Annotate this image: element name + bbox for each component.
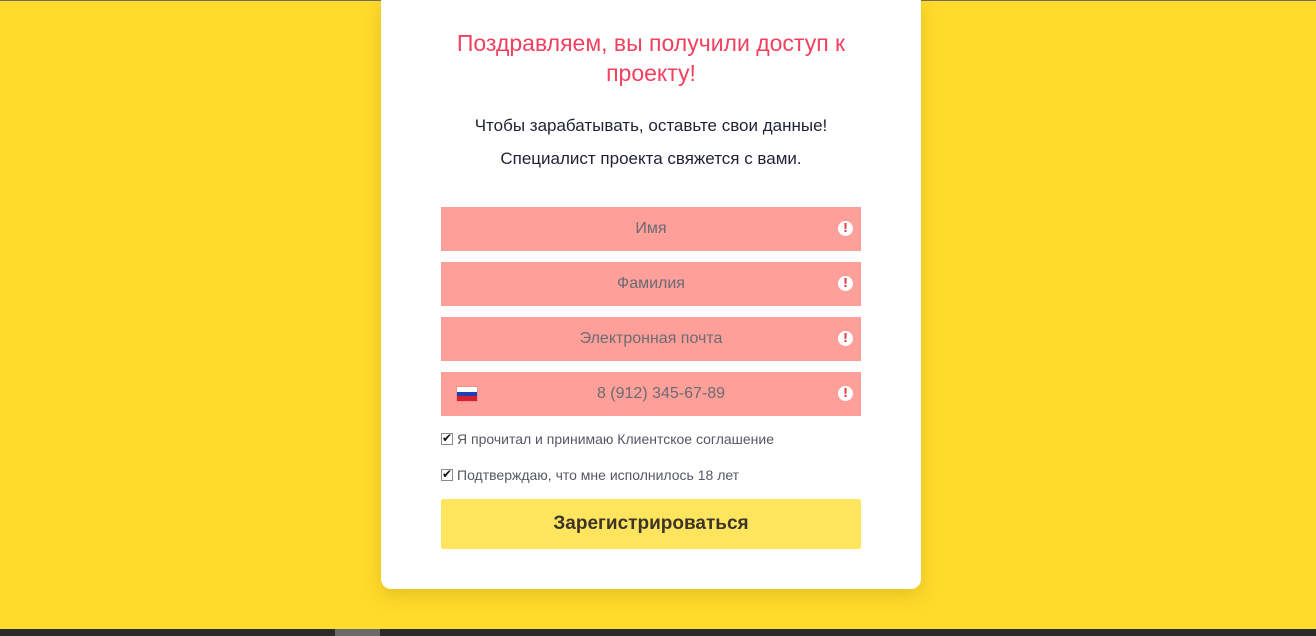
first-name-field: ! [441, 207, 861, 251]
exclamation-circle-icon: ! [838, 386, 853, 401]
form-title: Поздравляем, вы получили доступ к проект… [456, 30, 846, 86]
agreement-checkbox-row[interactable]: ✔ Я прочитал и принимаю Клиентское согла… [441, 430, 774, 448]
form-subtitle-contact: Специалист проекта свяжется с вами. [500, 149, 802, 168]
checkmark-icon: ✔ [442, 467, 453, 481]
registration-card: Поздравляем, вы получили доступ к проект… [381, 0, 921, 589]
exclamation-circle-icon: ! [838, 221, 853, 236]
phone-input[interactable] [441, 372, 861, 416]
first-name-input[interactable] [441, 207, 861, 251]
age-checkbox[interactable]: ✔ [441, 467, 453, 481]
email-field: ! [441, 317, 861, 361]
horizontal-scrollbar[interactable] [0, 629, 1316, 636]
exclamation-circle-icon: ! [838, 276, 853, 291]
last-name-field: ! [441, 262, 861, 306]
scrollbar-thumb[interactable] [335, 629, 380, 636]
phone-field: ! [441, 372, 861, 416]
email-input[interactable] [441, 317, 861, 361]
age-label: Подтверждаю, что мне исполнилось 18 лет [457, 467, 740, 483]
last-name-input[interactable] [441, 262, 861, 306]
checkmark-icon: ✔ [442, 431, 453, 445]
exclamation-circle-icon: ! [838, 331, 853, 346]
form-subtitle-earn: Чтобы зарабатывать, оставьте свои данные… [474, 116, 828, 135]
agreement-checkbox[interactable]: ✔ [441, 431, 453, 445]
register-button[interactable]: Зарегистрироваться [441, 499, 861, 549]
age-checkbox-row[interactable]: ✔ Подтверждаю, что мне исполнилось 18 ле… [441, 466, 739, 484]
agreement-label: Я прочитал и принимаю Клиентское соглаше… [457, 431, 775, 447]
